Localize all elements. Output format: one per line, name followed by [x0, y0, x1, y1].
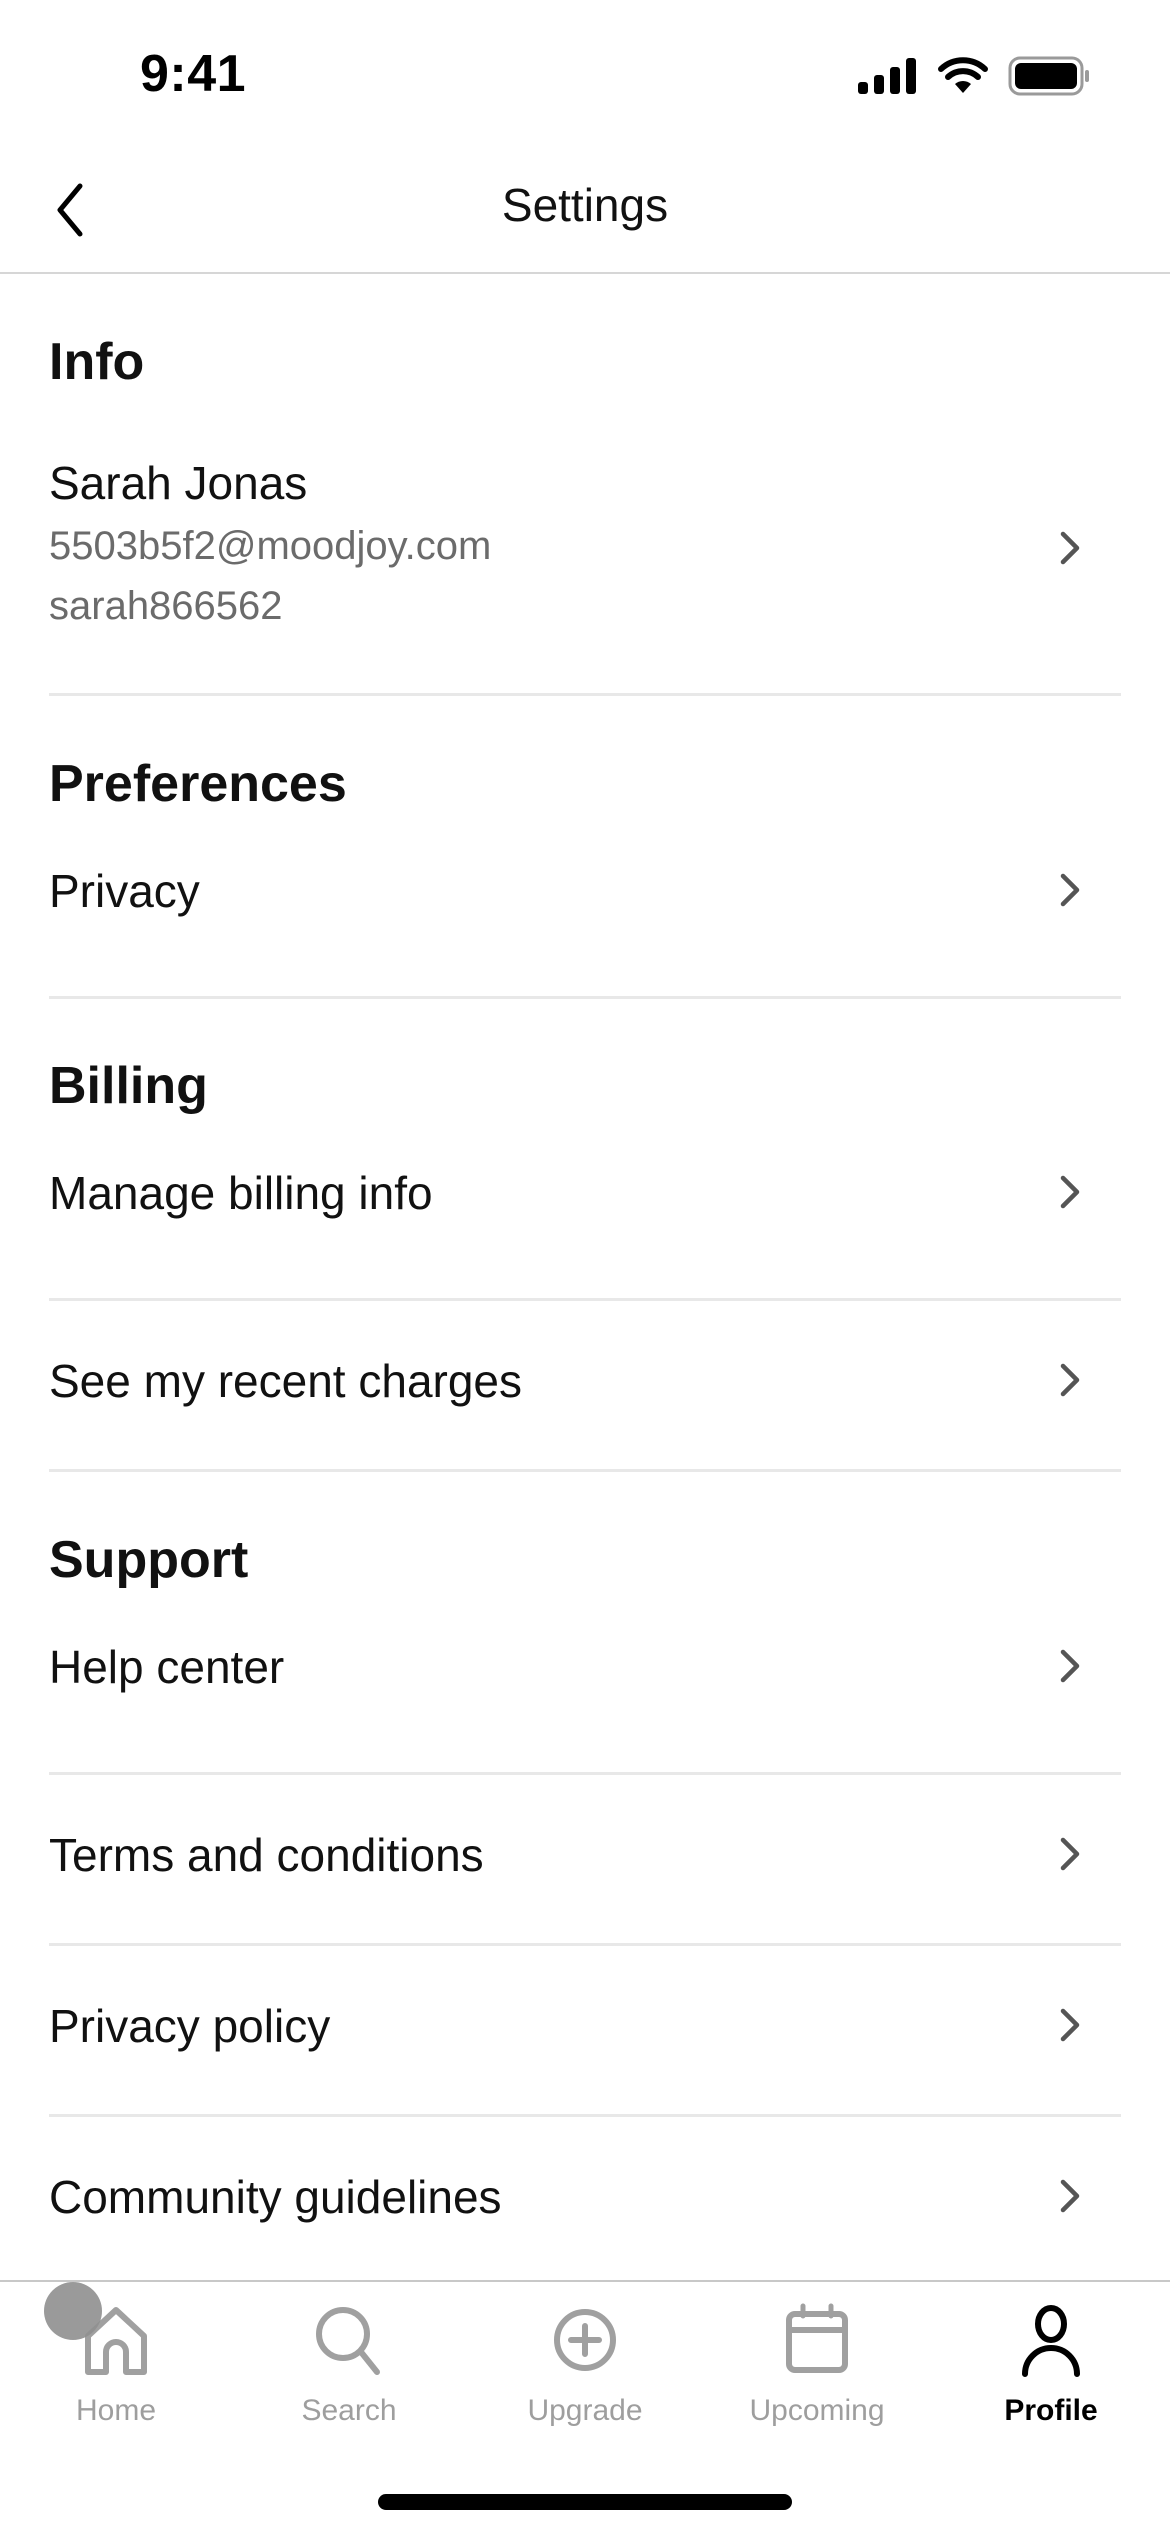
row-label: Privacy policy — [49, 2000, 331, 2052]
tab-upcoming[interactable]: Upcoming — [717, 2300, 917, 2450]
home-indicator[interactable] — [378, 2494, 792, 2510]
section-title-support: Support — [49, 1531, 249, 1589]
row-label: Manage billing info — [49, 1167, 433, 1219]
row-help-center[interactable]: Help center — [49, 1632, 1121, 1772]
row-terms-and-conditions[interactable]: Terms and conditions — [49, 1774, 1121, 1944]
row-label: See my recent charges — [49, 1355, 523, 1407]
calendar-icon — [786, 2303, 848, 2373]
row-label: Community guidelines — [49, 2171, 502, 2223]
profile-username: sarah866562 — [49, 584, 283, 628]
chevron-right-icon — [1060, 1175, 1080, 1209]
row-privacy-policy[interactable]: Privacy policy — [49, 1945, 1121, 2115]
navigation-bar: Settings — [0, 150, 1170, 274]
cellular-signal-icon — [858, 58, 916, 94]
chevron-right-icon — [1060, 2179, 1080, 2213]
chevron-right-icon — [1060, 1837, 1080, 1871]
profile-name: Sarah Jonas — [49, 457, 308, 509]
row-label: Privacy — [49, 865, 200, 917]
touch-indicator — [44, 2282, 102, 2340]
chevron-right-icon — [1060, 873, 1080, 907]
tab-label: Profile — [1004, 2394, 1098, 2427]
row-label: Terms and conditions — [49, 1829, 484, 1881]
tab-label: Home — [75, 2394, 157, 2427]
battery-icon — [1008, 56, 1089, 96]
divider — [49, 1469, 1121, 1472]
wifi-icon — [938, 57, 988, 93]
tab-search[interactable]: Search — [249, 2300, 449, 2450]
tab-label: Search — [301, 2394, 397, 2427]
divider — [49, 996, 1121, 999]
row-manage-billing-info[interactable]: Manage billing info — [49, 1158, 1121, 1298]
status-icons — [858, 56, 1090, 96]
tab-label: Upcoming — [749, 2394, 885, 2427]
row-see-recent-charges[interactable]: See my recent charges — [49, 1300, 1121, 1470]
divider — [49, 693, 1121, 696]
plus-circle-icon — [554, 2309, 616, 2371]
profile-email: 5503b5f2@moodjoy.com — [49, 524, 492, 568]
chevron-right-icon — [1060, 1363, 1080, 1397]
row-label: Help center — [49, 1641, 285, 1693]
profile-info-row[interactable]: Sarah Jonas 5503b5f2@moodjoy.com sarah86… — [49, 456, 1121, 692]
page-title: Settings — [501, 179, 669, 231]
chevron-right-icon — [1060, 1649, 1080, 1683]
search-icon — [316, 2307, 380, 2375]
section-title-billing: Billing — [49, 1057, 208, 1115]
row-privacy[interactable]: Privacy — [49, 856, 1121, 996]
section-title-info: Info — [49, 333, 145, 391]
tab-label: Upgrade — [527, 2394, 643, 2427]
section-title-preferences: Preferences — [49, 755, 347, 813]
chevron-right-icon — [1060, 2008, 1080, 2042]
person-icon — [1022, 2305, 1080, 2377]
tab-profile[interactable]: Profile — [951, 2300, 1151, 2450]
row-community-guidelines[interactable]: Community guidelines — [49, 2116, 1121, 2276]
status-time: 9:41 — [140, 45, 247, 103]
tab-upgrade[interactable]: Upgrade — [485, 2300, 685, 2450]
status-bar: 9:41 — [0, 0, 1170, 150]
chevron-right-icon — [1060, 531, 1080, 565]
